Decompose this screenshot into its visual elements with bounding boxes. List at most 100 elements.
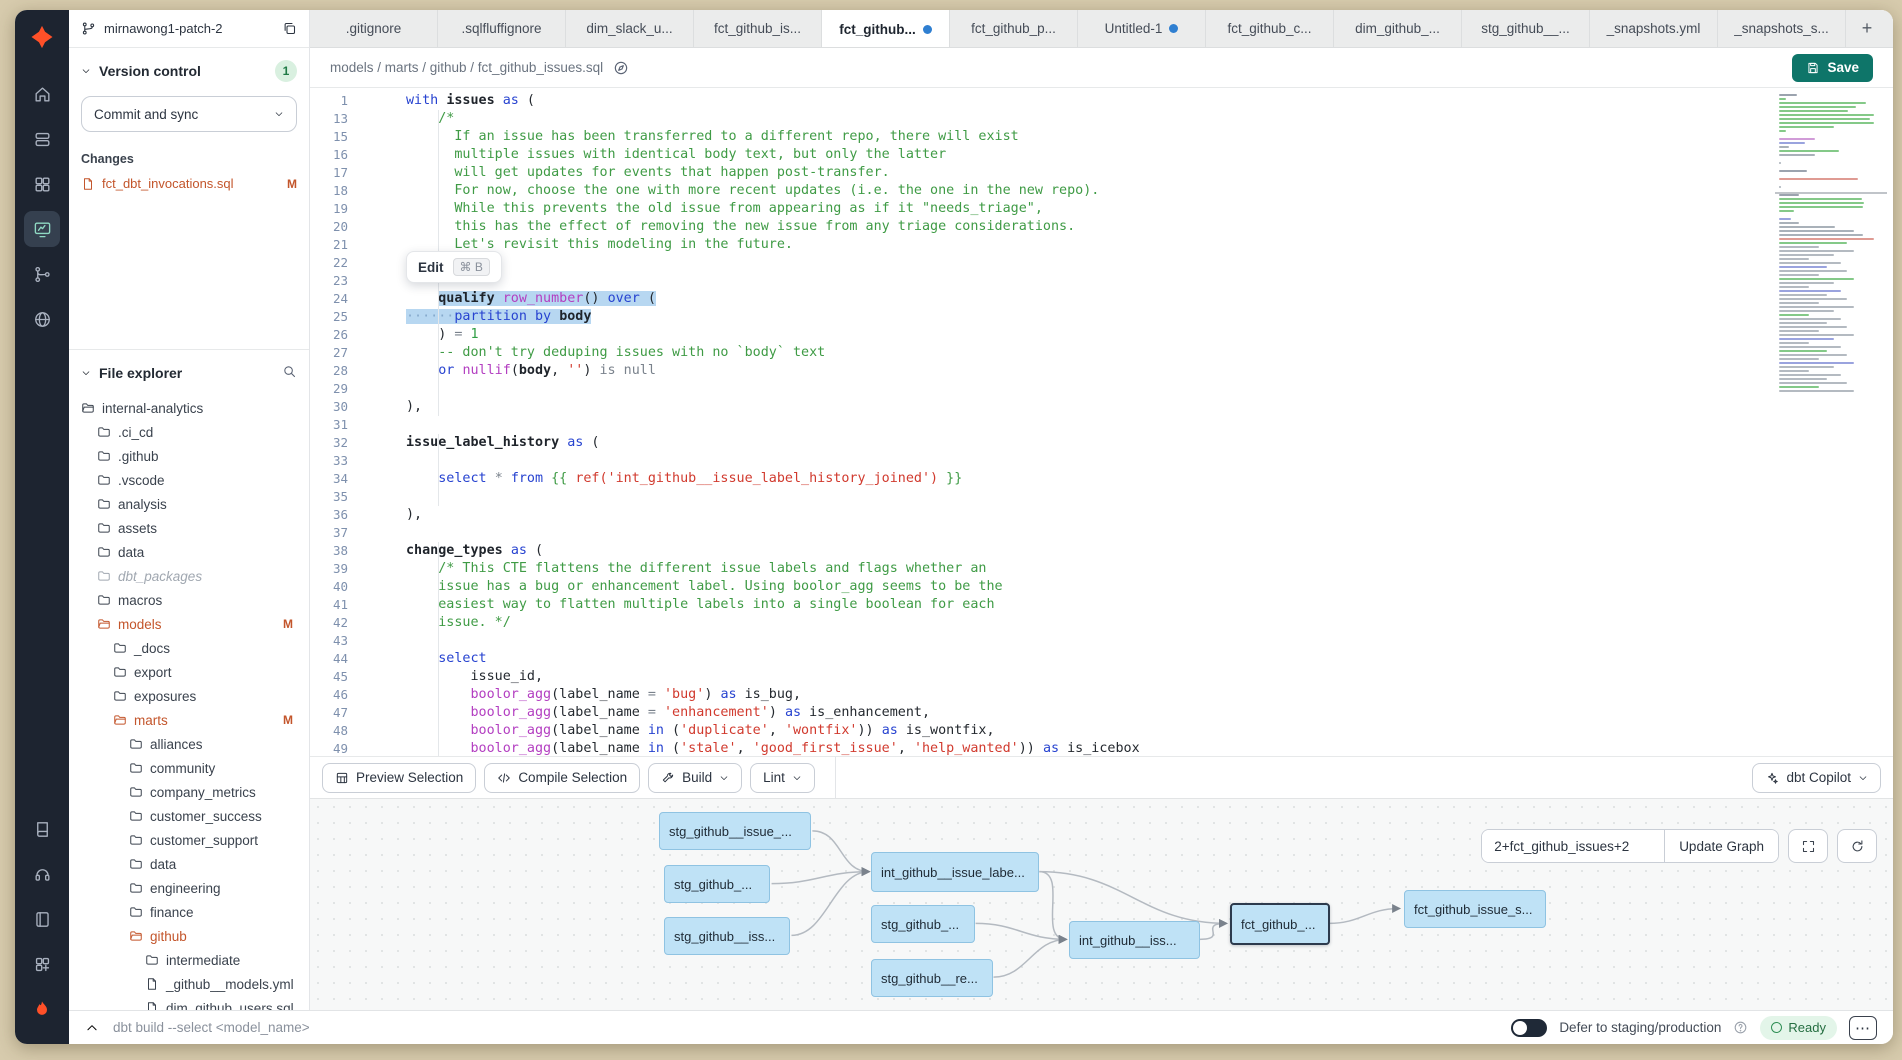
lineage-node[interactable]: stg_github_... [871, 905, 975, 943]
file-tree-item[interactable]: alliances [81, 732, 297, 756]
code-line[interactable]: 47 boolor_agg(label_name = 'enhancement'… [310, 704, 1893, 722]
minimap[interactable] [1779, 94, 1883, 394]
lineage-node[interactable]: stg_github__issue_... [659, 812, 811, 850]
editor-tab[interactable]: Untitled-1 [1078, 10, 1206, 47]
file-tree-item[interactable]: customer_success [81, 804, 297, 828]
file-tree-item[interactable]: analysis [81, 492, 297, 516]
code-line[interactable]: 23 [310, 272, 1893, 290]
code-line[interactable]: 22 */ [310, 254, 1893, 272]
editor-tab[interactable]: fct_github_is... [694, 10, 822, 47]
code-line[interactable]: 26 ) = 1 [310, 326, 1893, 344]
save-button[interactable]: Save [1792, 54, 1873, 82]
file-tree-item[interactable]: export [81, 660, 297, 684]
code-line[interactable]: 20 this has the effect of removing the n… [310, 218, 1893, 236]
code-line[interactable]: 45 issue_id, [310, 668, 1893, 686]
file-tree-item[interactable]: community [81, 756, 297, 780]
file-tree-item[interactable]: assets [81, 516, 297, 540]
file-tree-item[interactable]: macros [81, 588, 297, 612]
file-tree-item[interactable]: data [81, 540, 297, 564]
dbt-logo-icon[interactable] [25, 20, 59, 54]
file-tree-item[interactable]: .github [81, 444, 297, 468]
file-tree-item[interactable]: engineering [81, 876, 297, 900]
code-line[interactable]: 40 issue has a bug or enhancement label.… [310, 578, 1893, 596]
file-tree-item[interactable]: .ci_cd [81, 420, 297, 444]
search-icon[interactable] [282, 364, 297, 382]
code-line[interactable]: 17 will get updates for events that happ… [310, 164, 1893, 182]
lineage-selector-input[interactable] [1482, 830, 1664, 862]
code-line[interactable]: 32issue_label_history as ( [310, 434, 1893, 452]
editor-tab[interactable]: dim_github_... [1334, 10, 1462, 47]
docs-book-icon[interactable] [24, 811, 60, 847]
file-tree-item[interactable]: finance [81, 900, 297, 924]
update-graph-button[interactable]: Update Graph [1664, 830, 1778, 862]
code-line[interactable]: 49 boolor_agg(label_name in ('stale', 'g… [310, 740, 1893, 756]
file-tree-item[interactable]: github [81, 924, 297, 948]
file-tree-item[interactable]: .vscode [81, 468, 297, 492]
code-line[interactable]: 44 select [310, 650, 1893, 668]
command-input[interactable]: dbt build --select <model_name> [113, 1020, 310, 1035]
code-line[interactable]: 21 Let's revisit this modeling in the fu… [310, 236, 1893, 254]
file-tree-item[interactable]: _docs [81, 636, 297, 660]
apps-grid-icon[interactable] [24, 166, 60, 202]
code-line[interactable]: 27 -- don't try deduping issues with no … [310, 344, 1893, 362]
more-options-button[interactable]: ⋯ [1849, 1016, 1877, 1040]
file-tree-item[interactable]: exposures [81, 684, 297, 708]
editor-tab[interactable]: fct_github... [822, 10, 950, 48]
file-tree-item[interactable]: internal-analytics [81, 396, 297, 420]
code-line[interactable]: 13 /* [310, 110, 1893, 128]
journal-icon[interactable] [24, 901, 60, 937]
refresh-button[interactable] [1837, 829, 1877, 863]
editor-tab[interactable]: stg_github__... [1462, 10, 1590, 47]
code-line[interactable]: 46 boolor_agg(label_name = 'bug') as is_… [310, 686, 1893, 704]
file-tree-item[interactable]: martsM [81, 708, 297, 732]
code-line[interactable]: 16 multiple issues with identical body t… [310, 146, 1893, 164]
code-line[interactable]: 19 While this prevents the old issue fro… [310, 200, 1893, 218]
file-tree-item[interactable]: data [81, 852, 297, 876]
code-line[interactable]: 48 boolor_agg(label_name in ('duplicate'… [310, 722, 1893, 740]
editor-tab[interactable]: fct_github_c... [1206, 10, 1334, 47]
file-tree-item[interactable]: dim_github_users.sql [81, 996, 297, 1010]
code-line[interactable]: 34 select * from {{ ref('int_github__iss… [310, 470, 1893, 488]
home-icon[interactable] [24, 76, 60, 112]
code-line[interactable]: 36), [310, 506, 1893, 524]
copy-icon[interactable] [282, 21, 297, 36]
lineage-node[interactable]: stg_github_... [664, 865, 770, 903]
develop-ide-icon[interactable] [24, 211, 60, 247]
changed-file-item[interactable]: fct_dbt_invocations.sql M [81, 176, 297, 191]
code-line[interactable]: 1with issues as ( [310, 92, 1893, 110]
code-line[interactable]: 42 issue. */ [310, 614, 1893, 632]
code-editor[interactable]: Edit ⌘ B 1with issues as (13 /*15 If an … [310, 88, 1893, 756]
lineage-node[interactable]: fct_github_issue_s... [1404, 890, 1546, 928]
explore-globe-icon[interactable] [24, 301, 60, 337]
chevron-up-icon[interactable] [85, 1021, 99, 1035]
help-icon[interactable] [1733, 1020, 1748, 1035]
lineage-node[interactable]: int_github__iss... [1069, 921, 1200, 959]
deploy-stack-icon[interactable] [24, 121, 60, 157]
edit-tooltip[interactable]: Edit ⌘ B [406, 251, 502, 283]
code-line[interactable]: 28 or nullif(body, '') is null [310, 362, 1893, 380]
compile-selection-button[interactable]: Compile Selection [484, 763, 640, 793]
preview-selection-button[interactable]: Preview Selection [322, 763, 476, 793]
code-line[interactable]: 18 For now, choose the one with more rec… [310, 182, 1893, 200]
editor-tab[interactable]: fct_github_p... [950, 10, 1078, 47]
defer-toggle[interactable] [1511, 1019, 1547, 1037]
code-line[interactable]: 33 [310, 452, 1893, 470]
new-tab-button[interactable]: + [1846, 10, 1888, 47]
commit-and-sync-select[interactable]: Commit and sync [81, 96, 297, 132]
code-line[interactable]: 35 [310, 488, 1893, 506]
editor-tab[interactable]: _snapshots_s... [1718, 10, 1846, 47]
file-tree-item[interactable]: intermediate [81, 948, 297, 972]
fullscreen-button[interactable] [1788, 829, 1828, 863]
editor-tab[interactable]: dim_slack_u... [566, 10, 694, 47]
code-line[interactable]: 29 [310, 380, 1893, 398]
file-tree-item[interactable]: dbt_packages [81, 564, 297, 588]
lineage-node[interactable]: fct_github_... [1230, 903, 1330, 945]
chevron-down-icon[interactable] [81, 66, 91, 76]
code-line[interactable]: 30), [310, 398, 1893, 416]
code-line[interactable]: 24 qualify row_number() over ( [310, 290, 1893, 308]
integrations-icon[interactable] [24, 946, 60, 982]
code-line[interactable]: 43 [310, 632, 1893, 650]
editor-tab[interactable]: .sqlfluffignore [438, 10, 566, 47]
chevron-down-icon[interactable] [81, 368, 91, 378]
branch-merge-icon[interactable] [24, 256, 60, 292]
